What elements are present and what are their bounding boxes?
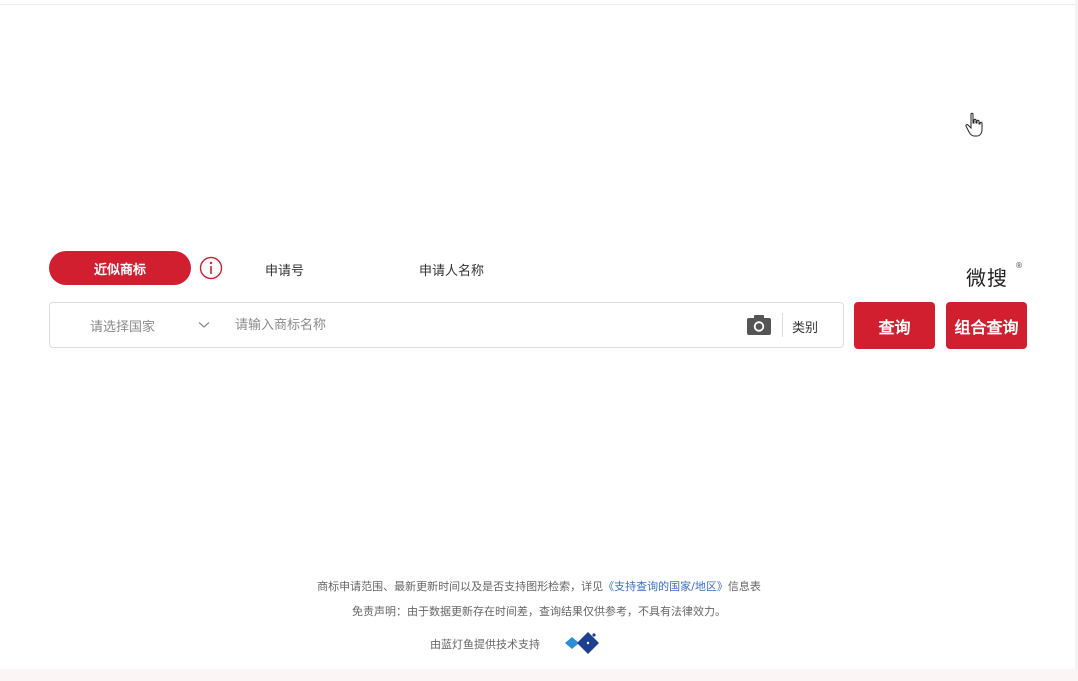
class-select[interactable]: 类别 bbox=[792, 317, 818, 336]
top-divider bbox=[0, 4, 1078, 5]
country-select[interactable]: 请选择国家 bbox=[90, 303, 155, 347]
camera-icon[interactable] bbox=[745, 313, 773, 337]
tab-applicant-name[interactable]: 申请人名称 bbox=[419, 260, 484, 279]
brand-name: 微搜 bbox=[966, 266, 1008, 290]
chevron-down-icon[interactable] bbox=[198, 321, 210, 329]
search-bar: 请选择国家 类别 bbox=[49, 302, 844, 348]
country-select-placeholder: 请选择国家 bbox=[90, 319, 156, 335]
lanfish-logo[interactable] bbox=[564, 629, 602, 657]
footer-coverage-prefix: 商标申请范围、最新更新时间以及是否支持图形检索，详见 bbox=[317, 580, 604, 593]
tab-similar-trademark-label: 近似商标 bbox=[93, 262, 146, 278]
bottom-band bbox=[0, 669, 1078, 681]
tab-application-number[interactable]: 申请号 bbox=[265, 260, 304, 279]
query-button[interactable]: 查询 bbox=[854, 302, 935, 349]
brand-registered-mark: ® bbox=[1015, 261, 1023, 270]
trademark-name-input[interactable] bbox=[235, 311, 735, 339]
info-icon[interactable] bbox=[199, 256, 223, 280]
footer-coverage-suffix: 信息表 bbox=[727, 580, 761, 593]
powered-by-text: 由蓝灯鱼提供技术支持 bbox=[430, 638, 540, 651]
footer-disclaimer: 免责声明：由于数据更新存在时间差，查询结果仅供参考，不具有法律效力。 bbox=[352, 605, 726, 618]
tab-similar-trademark[interactable]: 近似商标 bbox=[49, 251, 191, 285]
supported-countries-link[interactable]: 《支持查询的国家/地区》 bbox=[603, 580, 728, 593]
combo-query-button[interactable]: 组合查询 bbox=[946, 302, 1027, 349]
search-divider bbox=[782, 313, 783, 337]
footer-coverage-note: 商标申请范围、最新更新时间以及是否支持图形检索，详见《支持查询的国家/地区》信息… bbox=[0, 578, 1078, 594]
hand-cursor-icon bbox=[965, 112, 983, 137]
